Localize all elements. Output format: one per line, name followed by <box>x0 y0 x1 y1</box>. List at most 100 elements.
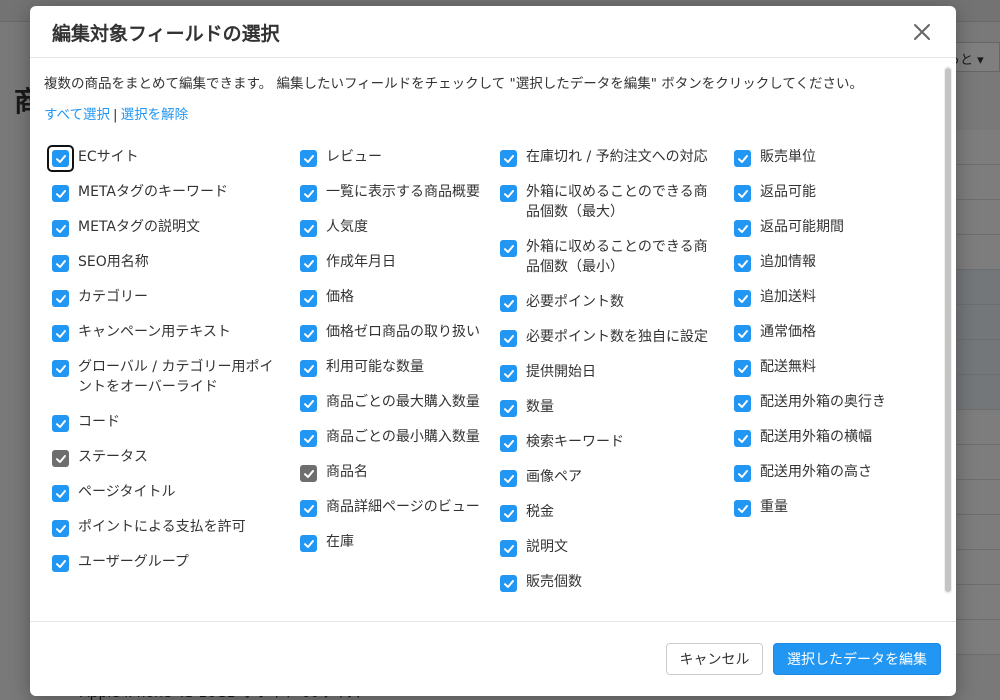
field-checkbox-item[interactable]: 配送用外箱の高さ <box>734 462 914 497</box>
field-checkbox[interactable] <box>500 240 517 257</box>
field-checkbox[interactable] <box>300 185 317 202</box>
field-checkbox-item[interactable]: 在庫切れ / 予約注文への対応 <box>500 147 720 182</box>
field-checkbox[interactable] <box>500 365 517 382</box>
field-checkbox-item[interactable]: ECサイト <box>47 145 282 182</box>
field-checkbox-item[interactable]: 価格 <box>300 287 490 322</box>
field-checkbox-item[interactable]: METAタグのキーワード <box>52 182 282 217</box>
field-checkbox[interactable] <box>734 500 751 517</box>
field-checkbox[interactable] <box>52 520 69 537</box>
edit-selected-button[interactable]: 選択したデータを編集 <box>773 643 941 675</box>
field-checkbox-item[interactable]: 返品可能 <box>734 182 914 217</box>
field-checkbox[interactable] <box>300 430 317 447</box>
field-checkbox[interactable] <box>300 325 317 342</box>
field-checkbox[interactable] <box>734 290 751 307</box>
field-checkbox-item[interactable]: 説明文 <box>500 537 720 572</box>
field-checkbox[interactable] <box>52 360 69 377</box>
cancel-button[interactable]: キャンセル <box>666 643 763 675</box>
field-checkbox-item[interactable]: 販売単位 <box>734 147 914 182</box>
field-checkbox-item[interactable]: カテゴリー <box>52 287 282 322</box>
field-checkbox-item[interactable]: 商品名 <box>300 462 490 497</box>
field-checkbox-item[interactable]: 重量 <box>734 497 914 532</box>
field-checkbox[interactable] <box>300 500 317 517</box>
field-checkbox[interactable] <box>52 185 69 202</box>
field-checkbox[interactable] <box>734 325 751 342</box>
field-checkbox-item[interactable]: 追加情報 <box>734 252 914 287</box>
field-checkbox[interactable] <box>500 400 517 417</box>
field-checkbox[interactable] <box>52 220 69 237</box>
field-checkbox[interactable] <box>52 485 69 502</box>
field-checkbox-item[interactable]: 通常価格 <box>734 322 914 357</box>
field-checkbox[interactable] <box>52 255 69 272</box>
dialog-scrollbar-thumb[interactable] <box>945 68 951 592</box>
field-checkbox[interactable] <box>500 330 517 347</box>
field-checkbox[interactable] <box>734 220 751 237</box>
field-checkbox-item[interactable]: 在庫 <box>300 532 490 567</box>
field-checkbox[interactable] <box>52 325 69 342</box>
field-checkbox-item[interactable]: グローバル / カテゴリー用ポイントをオーバーライド <box>52 357 282 412</box>
field-checkbox[interactable] <box>500 295 517 312</box>
field-checkbox-item[interactable]: 一覧に表示する商品概要 <box>300 182 490 217</box>
field-checkbox-item[interactable]: 必要ポイント数 <box>500 292 720 327</box>
field-checkbox-item[interactable]: 外箱に収めることのできる商品個数（最大） <box>500 182 720 237</box>
field-checkbox[interactable] <box>500 470 517 487</box>
field-checkbox-item[interactable]: レビュー <box>300 147 490 182</box>
field-checkbox-item[interactable]: 商品ごとの最小購入数量 <box>300 427 490 462</box>
field-checkbox[interactable] <box>52 450 69 467</box>
field-checkbox-item[interactable]: 画像ペア <box>500 467 720 502</box>
field-checkbox[interactable] <box>734 360 751 377</box>
field-checkbox[interactable] <box>500 575 517 592</box>
field-checkbox-item[interactable]: METAタグの説明文 <box>52 217 282 252</box>
field-checkbox[interactable] <box>47 145 74 172</box>
field-checkbox[interactable] <box>734 465 751 482</box>
field-checkbox[interactable] <box>300 535 317 552</box>
field-checkbox[interactable] <box>500 185 517 202</box>
field-checkbox-item[interactable]: 配送用外箱の奥行き <box>734 392 914 427</box>
field-checkbox-item[interactable]: 数量 <box>500 397 720 432</box>
field-checkbox-item[interactable]: ポイントによる支払を許可 <box>52 517 282 552</box>
field-checkbox-item[interactable]: 利用可能な数量 <box>300 357 490 392</box>
field-checkbox-item[interactable]: 販売個数 <box>500 572 720 607</box>
field-checkbox-item[interactable]: ユーザーグループ <box>52 552 282 587</box>
field-checkbox[interactable] <box>500 435 517 452</box>
field-checkbox-item[interactable]: キャンペーン用テキスト <box>52 322 282 357</box>
field-checkbox-item[interactable]: 必要ポイント数を独自に設定 <box>500 327 720 362</box>
field-checkbox[interactable] <box>300 360 317 377</box>
field-checkbox-item[interactable]: 商品詳細ページのビュー <box>300 497 490 532</box>
select-all-link[interactable]: すべて選択 <box>44 107 110 123</box>
field-checkbox[interactable] <box>500 150 517 167</box>
field-checkbox-item[interactable]: コード <box>52 412 282 447</box>
field-checkbox-item[interactable]: 配送用外箱の横幅 <box>734 427 914 462</box>
field-checkbox-item[interactable]: 提供開始日 <box>500 362 720 397</box>
field-checkbox[interactable] <box>734 395 751 412</box>
field-checkbox-item[interactable]: 配送無料 <box>734 357 914 392</box>
field-checkbox[interactable] <box>734 150 751 167</box>
field-checkbox[interactable] <box>300 290 317 307</box>
deselect-all-link[interactable]: 選択を解除 <box>121 107 189 123</box>
field-checkbox-item[interactable]: 価格ゼロ商品の取り扱い <box>300 322 490 357</box>
field-checkbox[interactable] <box>500 505 517 522</box>
field-checkbox-item[interactable]: 税金 <box>500 502 720 537</box>
field-checkbox[interactable] <box>300 465 317 482</box>
field-checkbox-item[interactable]: 返品可能期間 <box>734 217 914 252</box>
field-checkbox[interactable] <box>734 430 751 447</box>
field-checkbox[interactable] <box>52 290 69 307</box>
field-checkbox[interactable] <box>300 395 317 412</box>
field-checkbox[interactable] <box>300 255 317 272</box>
field-checkbox-item[interactable]: SEO用名称 <box>52 252 282 287</box>
field-checkbox[interactable] <box>52 555 69 572</box>
close-button[interactable] <box>910 20 934 44</box>
field-checkbox[interactable] <box>734 255 751 272</box>
field-checkbox-item[interactable]: 追加送料 <box>734 287 914 322</box>
field-checkbox[interactable] <box>734 185 751 202</box>
field-checkbox[interactable] <box>52 415 69 432</box>
field-checkbox[interactable] <box>300 220 317 237</box>
field-checkbox-item[interactable]: 商品ごとの最大購入数量 <box>300 392 490 427</box>
field-checkbox[interactable] <box>300 150 317 167</box>
field-checkbox[interactable] <box>500 540 517 557</box>
field-checkbox-item[interactable]: ステータス <box>52 447 282 482</box>
field-checkbox-item[interactable]: 外箱に収めることのできる商品個数（最小） <box>500 237 720 292</box>
field-checkbox-item[interactable]: 検索キーワード <box>500 432 720 467</box>
field-checkbox-item[interactable]: 人気度 <box>300 217 490 252</box>
field-checkbox-item[interactable]: 作成年月日 <box>300 252 490 287</box>
field-checkbox-item[interactable]: ページタイトル <box>52 482 282 517</box>
